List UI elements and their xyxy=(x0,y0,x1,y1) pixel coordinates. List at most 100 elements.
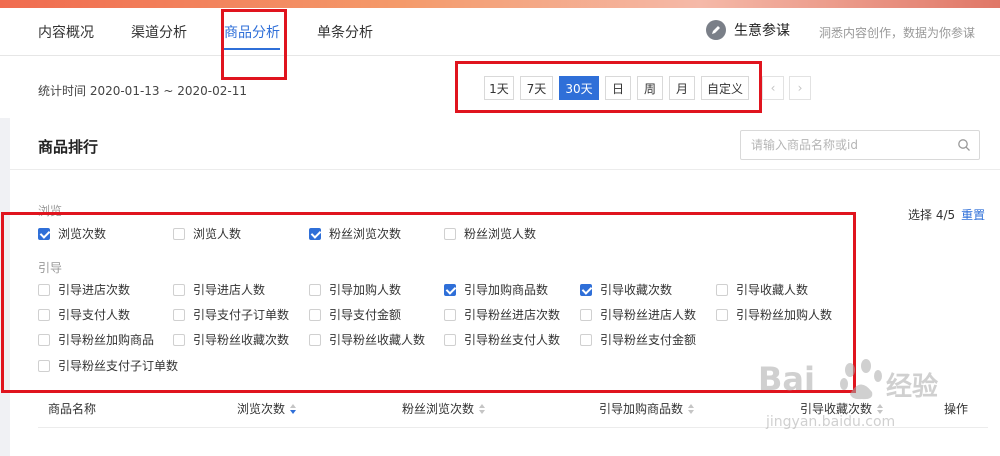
metric-label: 引导进店人数 xyxy=(193,283,266,297)
checkbox-box[interactable] xyxy=(309,333,321,346)
metric-checkbox[interactable]: 引导进店人数 xyxy=(173,281,265,298)
stat-time-range: 统计时间 2020-01-13 ~ 2020-02-11 xyxy=(38,84,247,98)
metric-checkbox[interactable]: 引导支付子订单数 xyxy=(173,306,289,323)
metric-checkbox[interactable]: 引导收藏人数 xyxy=(716,281,808,298)
column-header-browse-count[interactable]: 浏览次数 xyxy=(237,400,297,417)
metric-checkbox[interactable]: 引导粉丝支付金额 xyxy=(580,331,696,348)
column-header-guide-cart-items[interactable]: 引导加购商品数 xyxy=(599,400,695,417)
tab-product-analysis[interactable]: 商品分析 xyxy=(224,22,280,42)
group-label-browse: 浏览 xyxy=(38,204,63,218)
metric-label: 浏览次数 xyxy=(58,227,107,241)
metric-label: 引导粉丝收藏人数 xyxy=(329,333,426,347)
metric-checkbox[interactable]: 引导粉丝收藏次数 xyxy=(173,331,289,348)
date-custom-button[interactable]: 自定义 xyxy=(701,76,749,100)
checkbox-box[interactable] xyxy=(580,333,592,346)
sort-icon[interactable] xyxy=(688,403,695,414)
checkbox-box[interactable] xyxy=(38,283,50,296)
checkbox-box[interactable] xyxy=(716,283,728,296)
checkbox-box[interactable] xyxy=(444,333,456,346)
select-count: 选择 4/5 xyxy=(908,208,956,222)
checkbox-box[interactable] xyxy=(309,227,321,240)
metric-checkbox[interactable]: 引导支付人数 xyxy=(38,306,130,323)
metric-checkbox[interactable]: 引导粉丝支付子订单数 xyxy=(38,357,178,374)
checkbox-box[interactable] xyxy=(173,333,185,346)
metric-label: 引导收藏次数 xyxy=(600,283,673,297)
product-search-input[interactable] xyxy=(741,131,951,159)
metric-label: 粉丝浏览次数 xyxy=(329,227,402,241)
product-search[interactable] xyxy=(740,130,980,160)
column-label: 浏览次数 xyxy=(237,402,286,416)
metric-checkbox[interactable]: 粉丝浏览次数 xyxy=(309,225,401,242)
checkbox-box[interactable] xyxy=(173,227,185,240)
date-week-button[interactable]: 周 xyxy=(637,76,663,100)
metric-label: 引导粉丝加购人数 xyxy=(736,308,833,322)
watermark-brand: Bai xyxy=(758,360,815,398)
metric-label: 引导粉丝支付人数 xyxy=(464,333,561,347)
tab-channel-analysis[interactable]: 渠道分析 xyxy=(131,22,187,42)
metric-checkbox[interactable]: 引导收藏次数 xyxy=(580,281,672,298)
metric-label: 浏览人数 xyxy=(193,227,242,241)
metric-checkbox[interactable]: 引导加购商品数 xyxy=(444,281,548,298)
paw-icon xyxy=(840,359,882,400)
search-icon[interactable] xyxy=(957,138,971,152)
select-info: 选择 4/5 重置 xyxy=(908,206,985,223)
checkbox-box[interactable] xyxy=(580,308,592,321)
advisor-tagline: 洞悉内容创作，数据为你参谋 xyxy=(819,26,976,40)
checkbox-box[interactable] xyxy=(173,283,185,296)
metric-checkbox[interactable]: 引导粉丝收藏人数 xyxy=(309,331,425,348)
metric-checkbox[interactable]: 浏览次数 xyxy=(38,225,106,242)
metric-label: 引导粉丝收藏次数 xyxy=(193,333,290,347)
checkbox-box[interactable] xyxy=(309,308,321,321)
metric-label: 引导粉丝支付子订单数 xyxy=(58,359,179,373)
metric-checkbox[interactable]: 引导粉丝支付人数 xyxy=(444,331,560,348)
date-day-button[interactable]: 日 xyxy=(605,76,631,100)
column-label: 商品名称 xyxy=(48,402,97,416)
metric-label: 引导粉丝进店次数 xyxy=(464,308,561,322)
advisor-label: 生意参谋 xyxy=(734,23,790,39)
tab-content-overview[interactable]: 内容概况 xyxy=(38,22,94,42)
chevron-left-icon[interactable]: ‹ xyxy=(762,76,784,100)
chevron-right-icon[interactable]: › xyxy=(789,76,811,100)
metric-checkbox[interactable]: 引导支付金额 xyxy=(309,306,401,323)
tab-single-analysis[interactable]: 单条分析 xyxy=(317,22,373,42)
ranking-title: 商品排行 xyxy=(38,138,99,156)
metric-label: 引导支付子订单数 xyxy=(193,308,290,322)
checkbox-box[interactable] xyxy=(444,283,456,296)
reset-link[interactable]: 重置 xyxy=(961,208,985,222)
checkbox-box[interactable] xyxy=(309,283,321,296)
date-month-button[interactable]: 月 xyxy=(669,76,695,100)
date-30day-button[interactable]: 30天 xyxy=(559,76,599,100)
column-label: 粉丝浏览次数 xyxy=(402,402,475,416)
column-header-fan-browse-count[interactable]: 粉丝浏览次数 xyxy=(402,400,486,417)
checkbox-box[interactable] xyxy=(580,283,592,296)
checkbox-box[interactable] xyxy=(173,308,185,321)
metric-checkbox[interactable]: 粉丝浏览人数 xyxy=(444,225,536,242)
checkbox-box[interactable] xyxy=(38,359,50,372)
checkbox-box[interactable] xyxy=(444,308,456,321)
date-7day-button[interactable]: 7天 xyxy=(520,76,553,100)
checkbox-box[interactable] xyxy=(38,333,50,346)
metric-label: 引导粉丝加购商品 xyxy=(58,333,155,347)
sort-icon[interactable] xyxy=(290,403,297,414)
metric-label: 引导收藏人数 xyxy=(736,283,809,297)
sort-icon[interactable] xyxy=(479,403,486,414)
metric-checkbox[interactable]: 引导粉丝进店人数 xyxy=(580,306,696,323)
date-1day-button[interactable]: 1天 xyxy=(484,76,514,100)
checkbox-box[interactable] xyxy=(38,308,50,321)
advisor-entry[interactable]: 生意参谋 xyxy=(706,20,790,40)
metric-label: 引导加购人数 xyxy=(329,283,402,297)
metric-label: 引导加购商品数 xyxy=(464,283,549,297)
date-bar: 统计时间 2020-01-13 ~ 2020-02-11 1天 7天 30天 日… xyxy=(0,56,1000,118)
metric-checkbox[interactable]: 引导粉丝加购人数 xyxy=(716,306,832,323)
baidu-watermark: Bai 经验 jingyan.baidu.com xyxy=(758,352,998,452)
checkbox-box[interactable] xyxy=(444,227,456,240)
checkbox-box[interactable] xyxy=(716,308,728,321)
metric-label: 引导粉丝支付金额 xyxy=(600,333,697,347)
checkbox-box[interactable] xyxy=(38,227,50,240)
metric-checkbox[interactable]: 引导粉丝加购商品 xyxy=(38,331,154,348)
metric-checkbox[interactable]: 引导加购人数 xyxy=(309,281,401,298)
top-nav: 内容概况 渠道分析 商品分析 单条分析 生意参谋 洞悉内容创作，数据为你参谋 xyxy=(0,0,1000,56)
metric-checkbox[interactable]: 引导粉丝进店次数 xyxy=(444,306,560,323)
metric-checkbox[interactable]: 浏览人数 xyxy=(173,225,241,242)
metric-checkbox[interactable]: 引导进店次数 xyxy=(38,281,130,298)
